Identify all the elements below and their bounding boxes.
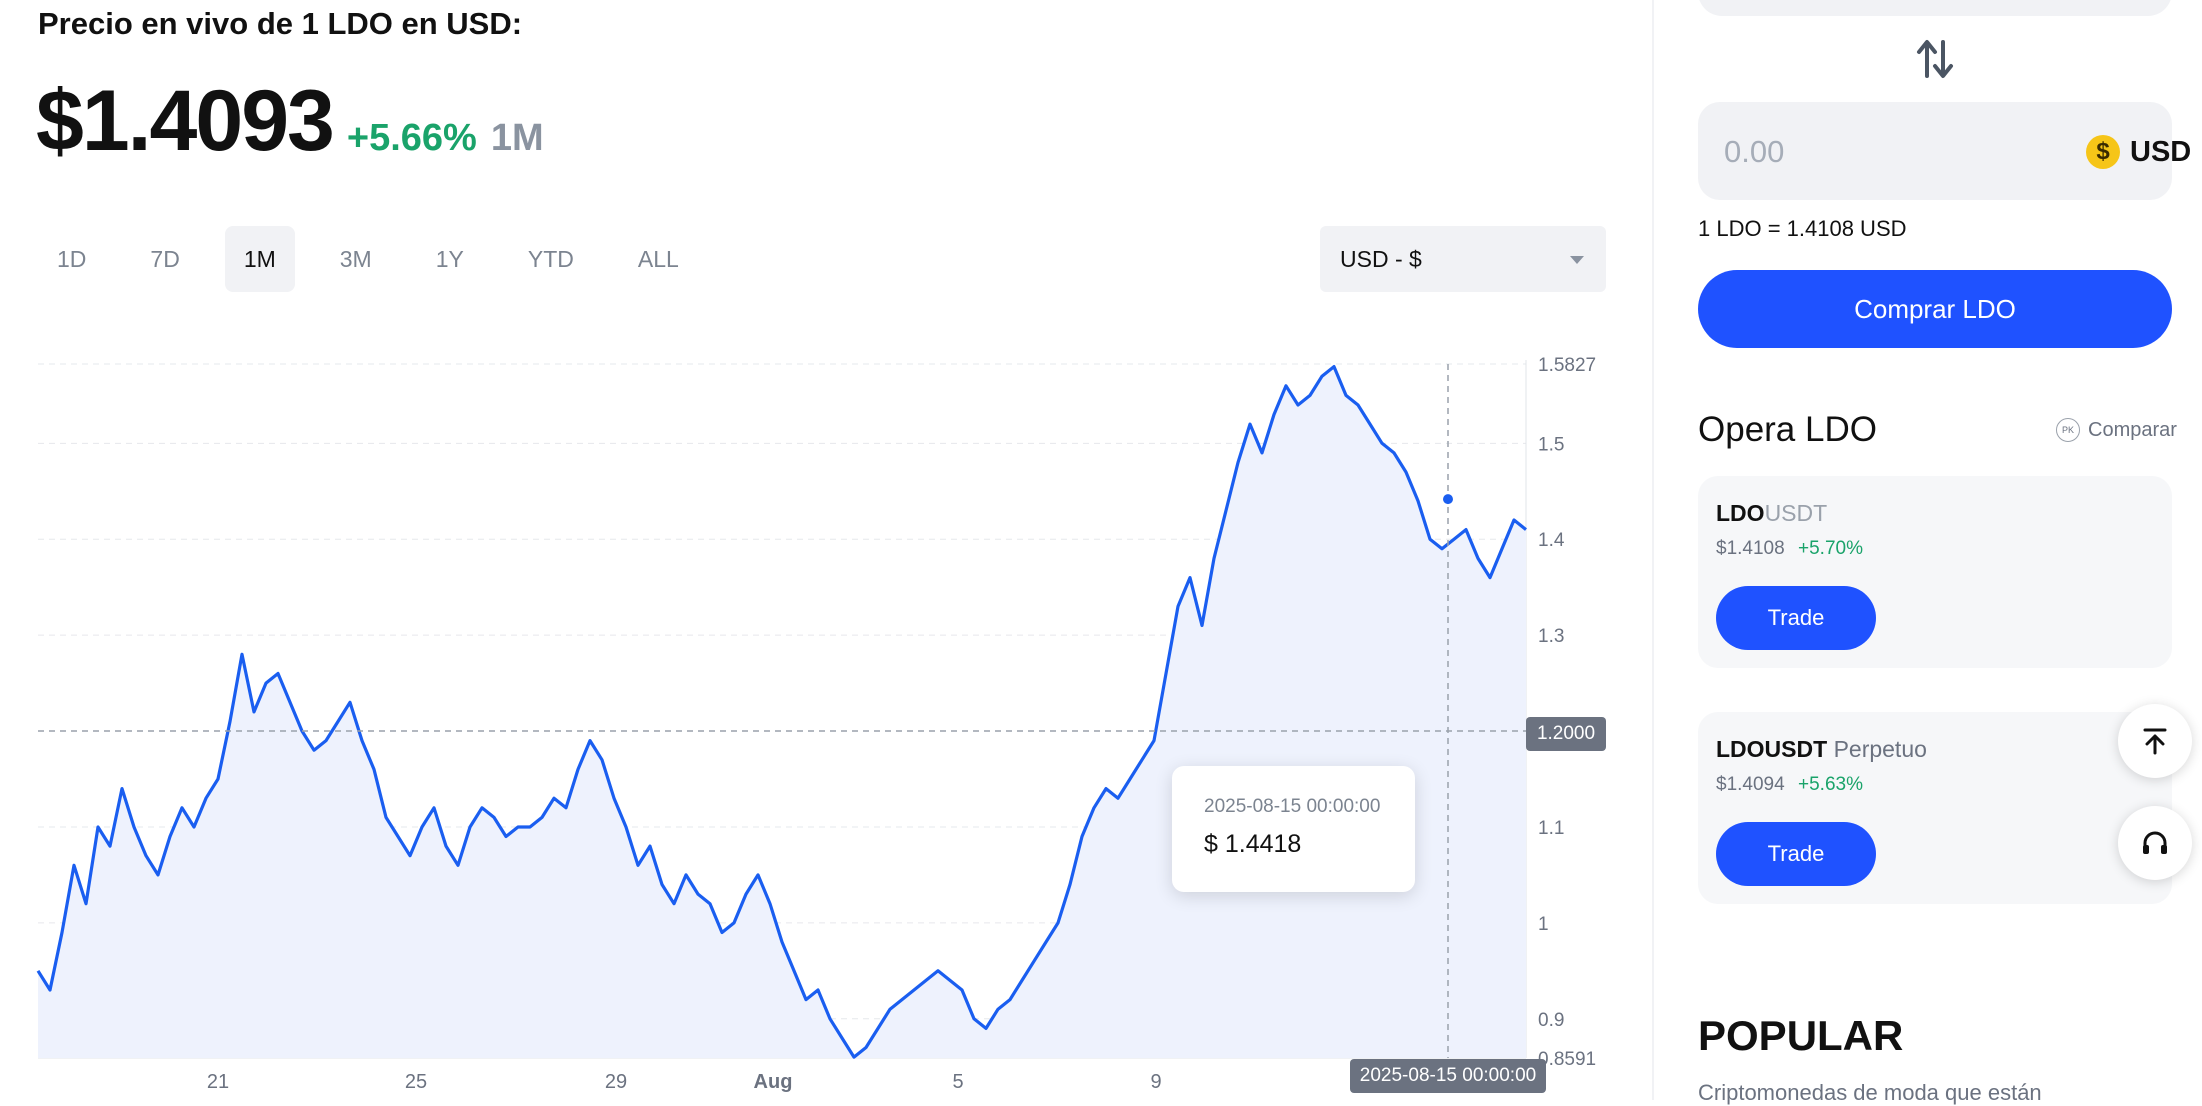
pair-base: LDO <box>1716 500 1765 526</box>
x-tick-label: 9 <box>1150 1071 1161 1093</box>
buy-ldo-button[interactable]: Comprar LDO <box>1698 270 2172 348</box>
compare-label: Comparar <box>2088 418 2177 441</box>
ldo-input-card-edge <box>1698 0 2172 16</box>
trade-card-perpetual: LDOUSDT Perpetuo $1.4094 +5.63% Trade <box>1698 712 2172 904</box>
popular-title: POPULAR <box>1698 1012 1904 1059</box>
crosshair-x-label: 2025-08-15 00:00:00 <box>1350 1059 1546 1093</box>
x-tick-label: 25 <box>405 1071 427 1093</box>
pair-base: LDOUSDT <box>1716 736 1828 762</box>
tab-1d[interactable]: 1D <box>38 226 105 292</box>
pair-change: +5.63% <box>1798 774 1863 795</box>
price-range: 1M <box>490 117 544 159</box>
price-chart[interactable]: 1.5827 1.5 1.4 1.3 1.1 1 0.9 0.8591 21 25 29 Aug 5 9 <box>0 340 1640 1100</box>
x-tick-label: 5 <box>952 1071 963 1093</box>
tooltip-value: $ 1.4418 <box>1204 830 1302 858</box>
swap-vertical-icon[interactable] <box>1915 38 1955 90</box>
tooltip-date: 2025-08-15 00:00:00 <box>1204 796 1381 817</box>
y-axis: 1.5827 1.5 1.4 1.3 1.1 1 0.9 0.8591 <box>1538 355 1596 1070</box>
y-tick-label: 1.3 <box>1538 626 1564 647</box>
headset-icon[interactable] <box>2118 806 2192 880</box>
chart-tooltip: 2025-08-15 00:00:00 $ 1.4418 <box>1172 766 1415 892</box>
x-axis: 21 25 29 Aug 5 9 <box>207 1071 1162 1093</box>
current-price: $1.4093 <box>36 73 335 169</box>
tab-3m[interactable]: 3M <box>321 226 391 292</box>
popular-subtitle: Criptomonedas de moda que están <box>1698 1080 2042 1105</box>
currency-select-value: USD - $ <box>1340 246 1422 272</box>
y-tick-label: 1.5 <box>1538 434 1564 455</box>
range-tabs: 1D 7D 1M 3M 1Y YTD ALL <box>38 226 724 292</box>
y-tick-label: 0.8591 <box>1538 1049 1596 1070</box>
chevron-down-icon <box>1570 256 1584 264</box>
x-tick-label: Aug <box>754 1071 793 1093</box>
y-tick-label: 1.5827 <box>1538 355 1596 376</box>
pair-change: +5.70% <box>1798 538 1863 559</box>
y-tick-label: 1.1 <box>1538 818 1564 839</box>
y-tick-label: 0.9 <box>1538 1010 1564 1031</box>
pair-name: LDOUSDT Perpetuo <box>1716 736 1927 763</box>
tab-all[interactable]: ALL <box>619 226 698 292</box>
side-panel: 0.00 $ USD 1 LDO = 1.4108 USD Comprar LD… <box>1654 0 2202 1105</box>
y-tick-label: 1.4 <box>1538 530 1565 551</box>
tab-1y[interactable]: 1Y <box>417 226 483 292</box>
y-tick-label: 1 <box>1538 914 1549 935</box>
price-change: +5.66% <box>346 117 477 159</box>
trade-button[interactable]: Trade <box>1716 586 1876 650</box>
pair-price: $1.4094 <box>1716 774 1785 795</box>
x-tick-label: 21 <box>207 1071 229 1093</box>
pair-price: $1.4108 <box>1716 538 1785 559</box>
arrow-up-to-top-icon[interactable] <box>2118 704 2192 778</box>
usd-amount-input[interactable]: 0.00 $ USD <box>1698 102 2191 200</box>
price-panel: Precio en vivo de 1 LDO en USD: $1.4093 … <box>0 0 1652 1100</box>
page-title: Precio en vivo de 1 LDO en USD: <box>38 6 523 41</box>
pair-type: Perpetuo <box>1833 736 1927 762</box>
trade-button[interactable]: Trade <box>1716 822 1876 886</box>
crosshair-point <box>1441 492 1455 507</box>
exchange-rate: 1 LDO = 1.4108 USD <box>1698 216 1907 241</box>
trade-card-spot: LDOUSDT $1.4108 +5.70% Trade <box>1698 476 2172 668</box>
pk-icon: PK <box>2056 418 2080 442</box>
pair-quote: USDT <box>1764 500 1828 526</box>
trade-section-title: Opera LDO <box>1698 410 1877 449</box>
price-area <box>38 366 1526 1059</box>
usd-currency-label: USD <box>2130 136 2192 168</box>
pair-name: LDOUSDT <box>1716 500 1827 527</box>
price-row: $1.4093 +5.66% 1M <box>36 72 544 171</box>
crosshair-y-label: 1.2000 <box>1526 717 1606 751</box>
compare-link[interactable]: PK Comparar <box>2056 418 2177 442</box>
usd-amount-value[interactable]: 0.00 <box>1724 134 1784 170</box>
tab-ytd[interactable]: YTD <box>509 226 593 292</box>
usd-coin-icon: $ <box>2086 135 2120 169</box>
tab-7d[interactable]: 7D <box>131 226 198 292</box>
currency-select[interactable]: USD - $ <box>1320 226 1606 292</box>
x-tick-label: 29 <box>605 1071 627 1093</box>
tab-1m[interactable]: 1M <box>224 226 295 292</box>
